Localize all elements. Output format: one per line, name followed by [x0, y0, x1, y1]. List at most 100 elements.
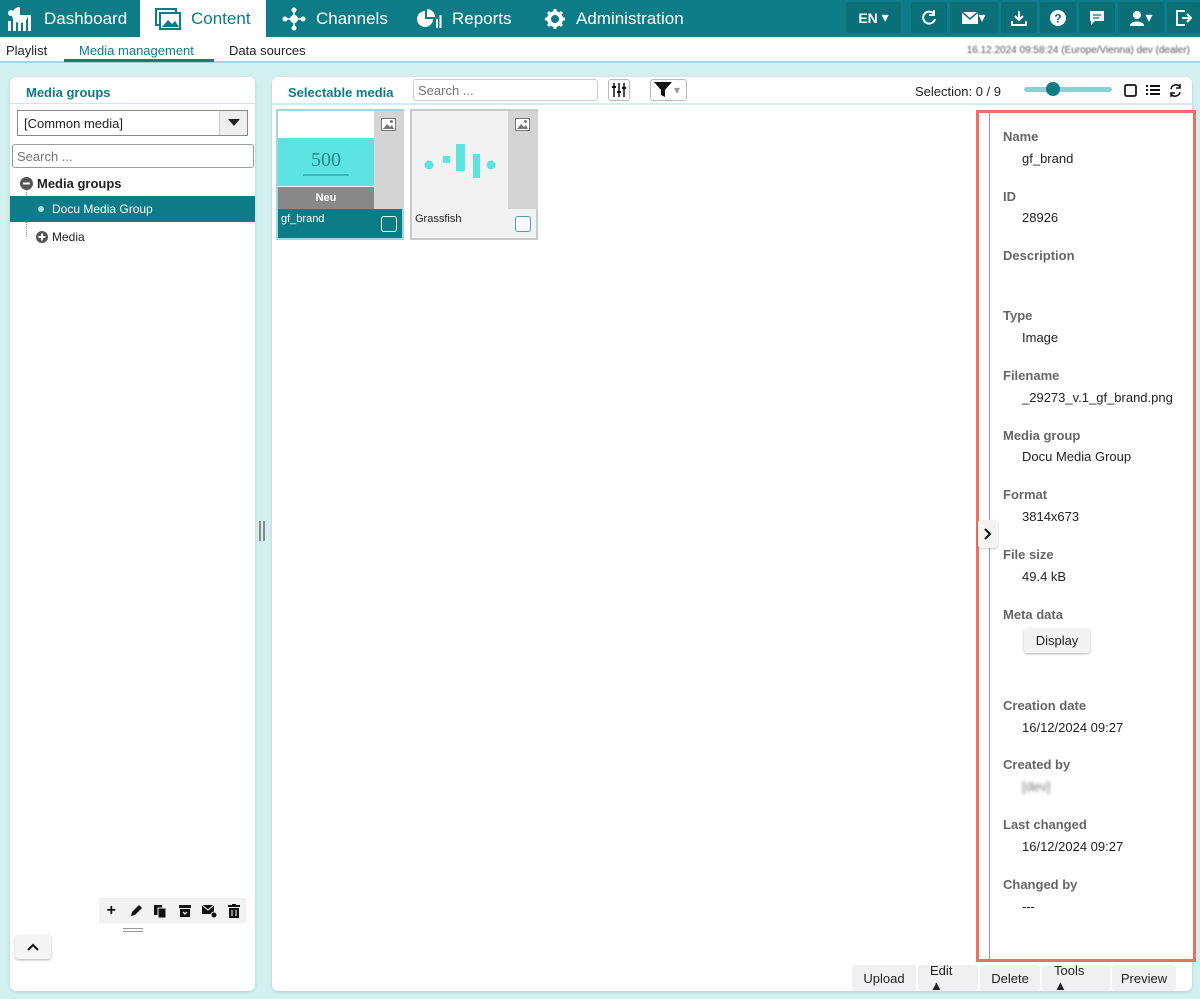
collapse-icon[interactable] — [20, 177, 33, 190]
nav-tab-content[interactable]: Content — [140, 0, 266, 37]
language-selector[interactable]: EN ▾ — [846, 2, 901, 33]
user-icon — [1130, 10, 1145, 26]
detail-label-format: Format — [1003, 487, 1048, 502]
tree-root-label: Media groups — [37, 176, 122, 191]
media-groups-search-input[interactable] — [12, 144, 254, 168]
media-thumbnail: 500 Neu — [278, 111, 374, 209]
subtab-playlist[interactable]: Playlist — [6, 43, 47, 58]
detail-label-type: Type — [1003, 308, 1033, 323]
media-search-input[interactable] — [413, 79, 598, 101]
send-mail-icon[interactable] — [197, 898, 222, 923]
add-icon[interactable]: + — [99, 898, 124, 923]
chevron-down-icon: ▾ — [978, 9, 986, 25]
edit-menu-button[interactable]: Edit ▲ — [918, 963, 978, 993]
collapse-details-button[interactable] — [978, 520, 998, 548]
archive-icon[interactable] — [173, 898, 198, 923]
resize-grip[interactable] — [123, 928, 143, 932]
nav-tab-administration[interactable]: Administration — [544, 0, 684, 37]
detail-value-created-by: [dev] — [1022, 779, 1051, 794]
thumbnail-size-slider[interactable] — [1024, 82, 1112, 96]
detail-label-last-changed: Last changed — [1003, 817, 1087, 832]
select-value: [Common media] — [24, 115, 123, 131]
expand-up-button[interactable] — [15, 935, 51, 959]
list-view-icon[interactable] — [1146, 83, 1160, 97]
messages-button[interactable]: ▾ — [950, 2, 998, 33]
new-badge: Neu — [278, 187, 374, 209]
panel-title: Media groups — [26, 85, 111, 100]
pencil-icon[interactable] — [124, 898, 149, 923]
detail-label-media-group: Media group — [1003, 428, 1081, 443]
slider-knob[interactable] — [1046, 82, 1060, 96]
help-button[interactable]: ? — [1040, 2, 1076, 33]
chevron-down-icon: ▾ — [674, 83, 681, 97]
panel-splitter-handle[interactable] — [259, 521, 265, 541]
filter-button[interactable]: ▾ — [650, 79, 687, 101]
logout-button[interactable] — [1167, 2, 1200, 33]
nav-tab-dashboard[interactable]: Dashboard — [6, 0, 127, 37]
detail-label-changed-by: Changed by — [1003, 877, 1078, 892]
display-metadata-button[interactable]: Display — [1024, 628, 1090, 653]
detail-value-type: Image — [1022, 330, 1059, 345]
media-type-strip — [508, 111, 538, 209]
upload-button[interactable]: Upload — [852, 965, 916, 991]
group-toolbar: + — [99, 898, 246, 923]
detail-value-media-group: Docu Media Group — [1022, 449, 1132, 464]
refresh-icon[interactable] — [1168, 83, 1182, 97]
chevron-down-icon: ▾ — [881, 9, 889, 25]
media-details-panel: Name gf_brand ID 28926 Description Type … — [976, 110, 1196, 962]
column-settings-button[interactable] — [608, 79, 630, 101]
detail-value-filename: _29273_v.1_gf_brand.png — [1022, 390, 1173, 405]
delete-button[interactable]: Delete — [980, 965, 1040, 991]
detail-label-filename: Filename — [1003, 368, 1060, 383]
detail-label-file-size: File size — [1003, 547, 1054, 562]
tree-item-docu-media-group[interactable]: Docu Media Group — [10, 196, 255, 222]
expand-icon[interactable] — [36, 231, 48, 243]
download-button[interactable] — [1001, 2, 1037, 33]
caret-down-icon[interactable] — [219, 111, 247, 135]
filter-icon — [654, 82, 672, 97]
media-card-gf-brand[interactable]: 500 Neu gf_brand — [276, 109, 404, 240]
subtab-media-management[interactable]: Media management — [79, 43, 194, 58]
trash-icon[interactable] — [222, 898, 247, 923]
tools-menu-button[interactable]: Tools ▲ — [1042, 963, 1110, 993]
detail-value-format: 3814x673 — [1022, 509, 1080, 524]
grid-view-icon[interactable] — [1123, 83, 1137, 97]
nav-tab-channels[interactable]: Channels — [282, 0, 388, 37]
refresh-icon — [922, 9, 936, 25]
detail-label-meta-data: Meta data — [1003, 607, 1063, 622]
content-icon — [155, 7, 181, 30]
divider — [10, 103, 255, 104]
media-name: Grassfish — [415, 213, 462, 225]
select-checkbox[interactable] — [381, 216, 397, 232]
detail-label-description: Description — [1003, 248, 1075, 263]
chevron-down-icon: ▾ — [1145, 9, 1153, 25]
media-card-grassfish[interactable]: Grassfish — [410, 109, 538, 240]
channels-icon — [282, 7, 306, 30]
tree-item-label: Docu Media Group — [52, 202, 153, 216]
subtab-data-sources[interactable]: Data sources — [229, 43, 306, 58]
copy-icon[interactable] — [148, 898, 173, 923]
selection-counter: Selection: 0 / 9 — [915, 84, 1001, 99]
media-thumbnail — [412, 111, 508, 209]
detail-label-id: ID — [1003, 189, 1016, 204]
refresh-button[interactable] — [911, 2, 947, 33]
media-name: gf_brand — [281, 213, 325, 225]
detail-label-name: Name — [1003, 129, 1039, 144]
preview-button[interactable]: Preview — [1112, 965, 1176, 991]
media-group-select[interactable]: [Common media] — [17, 110, 248, 136]
detail-value-last-changed: 16/12/2024 09:27 — [1022, 839, 1124, 854]
tree-item-media[interactable]: Media — [36, 230, 85, 244]
active-tab-indicator — [64, 59, 214, 62]
media-groups-panel: Media groups [Common media] Media groups… — [10, 77, 255, 991]
image-icon — [515, 118, 530, 131]
nav-tab-label: Reports — [452, 8, 512, 28]
tree-item-label: Media — [52, 230, 85, 244]
tree-root-node[interactable]: Media groups — [20, 176, 122, 191]
nav-tab-label: Channels — [316, 8, 388, 28]
logout-icon — [1175, 9, 1192, 26]
nav-tab-reports[interactable]: Reports — [416, 0, 512, 37]
chat-button[interactable] — [1079, 2, 1115, 33]
select-checkbox[interactable] — [515, 216, 531, 232]
user-menu-button[interactable]: ▾ — [1118, 2, 1164, 33]
dot-icon — [38, 206, 44, 212]
